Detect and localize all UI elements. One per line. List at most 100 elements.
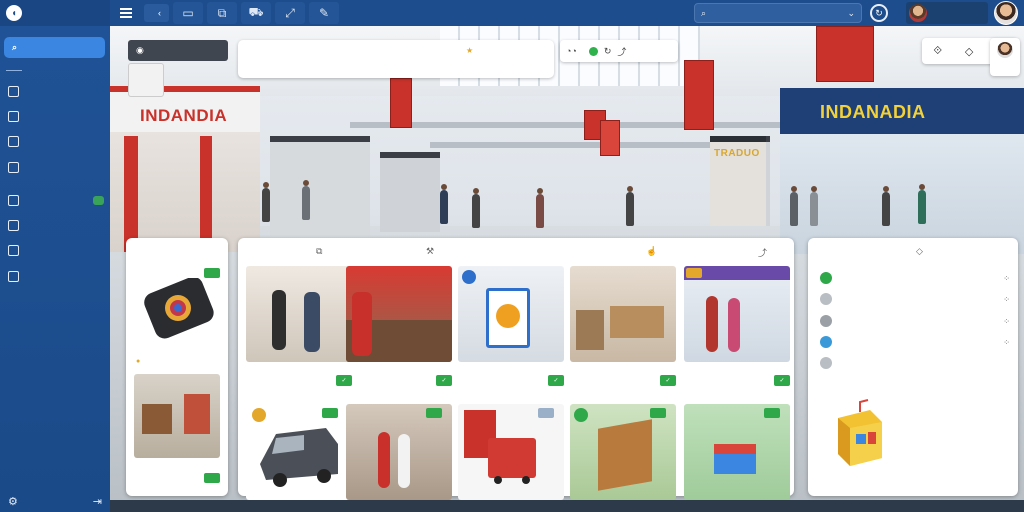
store-mid-left xyxy=(270,136,370,236)
product-card[interactable] xyxy=(346,404,452,512)
copy-icon[interactable]: ⧉ xyxy=(316,246,322,257)
search-input[interactable] xyxy=(712,8,842,18)
sidebar-item-1[interactable] xyxy=(0,81,110,101)
share-icon[interactable]: ⤴ xyxy=(617,45,626,58)
more-icon[interactable]: ⁘ xyxy=(1003,317,1010,326)
list-item[interactable]: ⁘ xyxy=(820,270,1010,286)
sidebar-item-8[interactable] xyxy=(0,266,110,286)
add-button[interactable]: ✓ xyxy=(548,375,564,386)
status-dot-icon xyxy=(820,315,832,327)
status-badge xyxy=(426,408,442,418)
box-icon xyxy=(8,244,19,256)
edit-icon[interactable]: ✎ xyxy=(309,2,339,24)
share-icon[interactable]: ⤢ xyxy=(275,2,305,24)
sidebar: ⌕ ⚙ ⇥ xyxy=(0,26,110,512)
hamburger-menu-button[interactable] xyxy=(120,4,138,22)
sync-icon[interactable]: ↻ xyxy=(870,4,888,22)
featured-panel: ● xyxy=(126,238,228,496)
sidebar-item-4[interactable] xyxy=(0,157,110,177)
status-dot-icon xyxy=(820,293,832,305)
status-badge xyxy=(764,408,780,418)
product-card[interactable] xyxy=(458,404,564,512)
logo-icon: ◖ xyxy=(6,5,22,21)
sidebar-item-3[interactable] xyxy=(0,131,110,151)
avatar xyxy=(909,4,927,22)
product-card[interactable] xyxy=(246,404,352,512)
collapse-arrow-icon[interactable]: ⇥ xyxy=(93,495,102,508)
store-icon xyxy=(8,135,19,147)
profile-avatar[interactable] xyxy=(994,1,1018,25)
badge-icon xyxy=(574,408,588,422)
product-card[interactable]: ✓ xyxy=(684,266,790,394)
badge-icon xyxy=(462,270,476,284)
add-button[interactable]: ✓ xyxy=(660,375,676,386)
refresh-icon[interactable]: ↻ xyxy=(604,46,612,57)
product-card[interactable]: ✓ xyxy=(346,266,452,394)
status-dot-icon xyxy=(820,357,832,369)
shopper-figure xyxy=(536,188,544,228)
location-chip[interactable]: ◉ xyxy=(128,40,228,61)
user-menu[interactable] xyxy=(906,2,988,24)
layers-icon[interactable]: ◇ xyxy=(965,45,973,58)
glasses-icon[interactable]: ◔◔ xyxy=(566,46,577,56)
nav-dropdown[interactable]: ‹ xyxy=(144,4,169,22)
product-image xyxy=(684,404,790,500)
chevron-down-icon: ‹ xyxy=(158,8,161,18)
upper-balcony-2 xyxy=(430,142,730,148)
product-image xyxy=(346,266,452,362)
status-dot-icon xyxy=(820,272,832,284)
product-card[interactable]: ✓ xyxy=(246,266,352,394)
app-logo[interactable]: ◖ xyxy=(0,0,110,26)
hand-icon[interactable]: ☝ xyxy=(646,246,657,257)
store-left-sign: INDANDIA xyxy=(140,106,228,125)
sidebar-item-7[interactable] xyxy=(0,240,110,260)
search-icon: ⌕ xyxy=(701,7,707,18)
list-item[interactable]: ⁘ xyxy=(820,313,1010,329)
featured-item-image[interactable] xyxy=(134,374,220,458)
add-button[interactable]: ✓ xyxy=(774,375,790,386)
more-icon[interactable]: ⁘ xyxy=(1003,338,1010,347)
promo-thumbnail[interactable] xyxy=(128,63,164,97)
sidebar-footer: ⚙ ⇥ xyxy=(0,490,110,512)
pin-icon: ◉ xyxy=(136,45,144,55)
sidebar-item-6[interactable] xyxy=(0,215,110,235)
chart-icon xyxy=(8,161,19,173)
product-card[interactable]: ✓ xyxy=(458,266,564,394)
share-icon[interactable]: ⤴ xyxy=(758,246,767,259)
list-item[interactable] xyxy=(820,355,1010,371)
tag-icon[interactable]: ◇ xyxy=(916,246,923,257)
tools-icon[interactable]: ⚒ xyxy=(426,246,434,257)
more-icon[interactable]: ⁘ xyxy=(1003,295,1010,304)
upper-balcony xyxy=(350,122,810,128)
sidebar-item-active[interactable]: ⌕ xyxy=(4,37,105,58)
badge-icon xyxy=(252,408,266,422)
add-button[interactable]: ✓ xyxy=(436,375,452,386)
product-card[interactable]: ✓ xyxy=(570,266,676,394)
sidebar-item-5[interactable] xyxy=(0,190,110,210)
more-icon[interactable]: ⁘ xyxy=(1003,274,1010,283)
shopper-figure xyxy=(302,180,310,220)
product-card[interactable] xyxy=(570,404,676,512)
status-badge xyxy=(204,268,220,278)
monitor-icon[interactable]: ▭ xyxy=(173,2,203,24)
status-dot-icon xyxy=(820,336,832,348)
list-item[interactable]: ⁘ xyxy=(820,334,1010,350)
settings-icon[interactable]: ⚙ xyxy=(8,495,18,508)
product-card[interactable] xyxy=(684,404,790,512)
status-dot-icon xyxy=(588,46,598,56)
grid-icon xyxy=(8,270,19,282)
add-button[interactable] xyxy=(204,473,220,483)
featured-item-meta: ● xyxy=(136,358,144,365)
avatar xyxy=(997,42,1013,58)
filter-icon[interactable]: ⟐ xyxy=(933,45,942,58)
tag-icon[interactable]: ⧉ xyxy=(207,2,237,24)
cart-icon[interactable]: ⛟ xyxy=(241,2,271,24)
shopper-figure xyxy=(262,182,270,222)
star-icon: ★ xyxy=(466,46,474,55)
rating-area: ★ xyxy=(466,46,479,55)
profile-card[interactable] xyxy=(990,38,1020,76)
product-image xyxy=(346,404,452,500)
sidebar-item-2[interactable] xyxy=(0,106,110,126)
search-bar[interactable]: ⌕ ⌄ xyxy=(694,3,862,23)
list-item[interactable]: ⁘ xyxy=(820,291,1010,307)
